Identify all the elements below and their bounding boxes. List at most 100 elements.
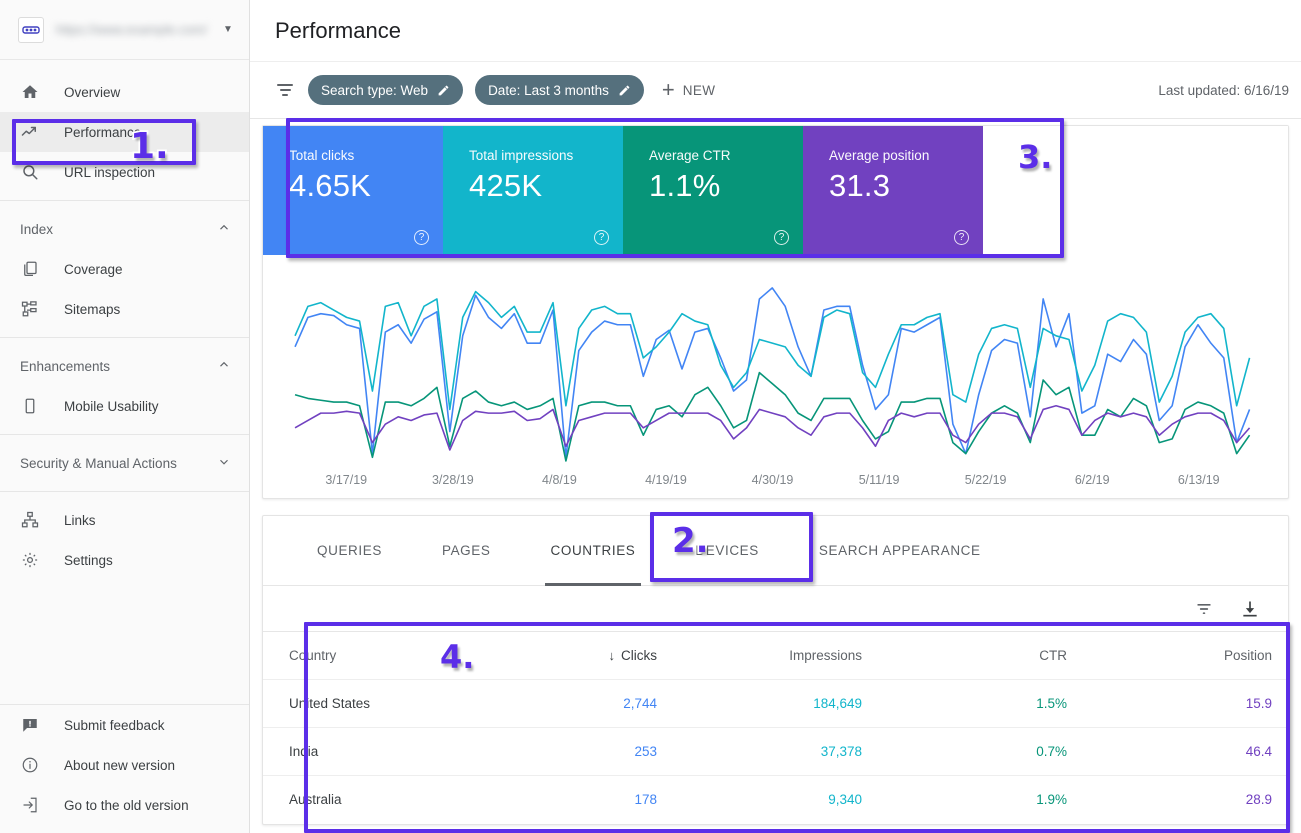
home-icon [20,82,40,102]
question-icon[interactable]: ? [414,230,429,245]
tab-countries[interactable]: COUNTRIES [521,516,666,586]
chip-label: Date: Last 3 months [488,83,609,98]
chevron-up-icon[interactable] [217,358,231,375]
property-selector[interactable]: https://www.example.com/ ▼ [0,0,249,60]
chart-x-axis: 3/17/193/28/194/8/194/19/194/30/195/11/1… [263,473,1288,487]
cell-country: United States [263,680,468,728]
tab-label: COUNTRIES [551,543,636,558]
sidebar-item-mobile-usability[interactable]: Mobile Usability [0,386,249,426]
metric-card-average-ctr[interactable]: Average CTR 1.1% ? [623,126,803,255]
column-header-clicks-label: Clicks [621,648,657,663]
metric-label: Average CTR [649,148,803,163]
cell-country: Australia [263,776,468,824]
gear-icon [20,550,40,570]
metric-card-total-clicks[interactable]: Total clicks 4.65K ? [263,126,443,255]
filter-icon[interactable] [274,79,296,101]
new-filter-label: NEW [683,83,716,98]
sidebar-section-index[interactable]: Index [0,209,249,249]
property-url-label: https://www.example.com/ [56,22,207,37]
sidebar-item-sitemaps[interactable]: Sitemaps [0,289,249,329]
chevron-down-icon[interactable]: ▼ [219,25,237,35]
sidebar-item-label: Overview [64,85,120,100]
sidebar-item-submit-feedback[interactable]: Submit feedback [0,705,249,745]
sidebar-section-label: Index [20,222,217,237]
sidebar-footer: Submit feedback About new version Go to … [0,704,249,833]
sidebar-item-label: Submit feedback [64,718,165,733]
metric-value: 425K [469,165,623,207]
sidebar-item-label: Settings [64,553,113,568]
table-row[interactable]: Australia1789,3401.9%28.9 [263,776,1288,824]
sidebar-item-links[interactable]: Links [0,500,249,540]
tab-label: PAGES [442,543,491,558]
x-tick-label: 3/17/19 [293,473,400,487]
filter-bar: Search type: Web Date: Last 3 months + N… [250,62,1301,119]
column-header-ctr[interactable]: CTR [878,632,1083,680]
pencil-icon[interactable] [618,84,631,97]
last-updated-label: Last updated: 6/16/19 [1158,83,1291,98]
sidebar: https://www.example.com/ ▼ Overview Perf… [0,0,250,833]
sidebar-section-security[interactable]: Security & Manual Actions [0,443,249,483]
download-icon[interactable] [1240,599,1260,619]
sidebar-item-coverage[interactable]: Coverage [0,249,249,289]
question-icon[interactable]: ? [954,230,969,245]
chevron-down-icon[interactable] [217,455,231,472]
sidebar-item-about-new-version[interactable]: About new version [0,745,249,785]
cell-ctr: 1.9% [878,776,1083,824]
column-header-impressions[interactable]: Impressions [673,632,878,680]
table-header-row: Country ↓ Clicks Impressions CTR Position [263,632,1288,680]
exit-icon [20,795,40,815]
x-tick-label: 4/19/19 [613,473,720,487]
info-icon [20,755,40,775]
sidebar-item-settings[interactable]: Settings [0,540,249,580]
performance-line-chart[interactable]: 3/17/193/28/194/8/194/19/194/30/195/11/1… [263,255,1288,498]
pencil-icon[interactable] [437,84,450,97]
metric-card-total-impressions[interactable]: Total impressions 425K ? [443,126,623,255]
column-header-country[interactable]: Country [263,632,468,680]
feedback-icon [20,715,40,735]
filter-icon[interactable] [1194,599,1214,619]
tab-queries[interactable]: QUERIES [287,516,412,586]
cell-position: 28.9 [1083,776,1288,824]
page-title: Performance [250,0,1301,62]
performance-chart-card: Total clicks 4.65K ? Total impressions 4… [262,125,1289,499]
new-filter-button[interactable]: + NEW [662,79,716,101]
metric-card-average-position[interactable]: Average position 31.3 ? [803,126,983,255]
logo-glyph-icon [22,25,40,35]
metric-value: 4.65K [289,165,443,207]
sidebar-item-url-inspection[interactable]: URL inspection [0,152,249,192]
tab-pages[interactable]: PAGES [412,516,521,586]
chip-date-range[interactable]: Date: Last 3 months [475,75,644,105]
question-icon[interactable]: ? [594,230,609,245]
question-icon[interactable]: ? [774,230,789,245]
sidebar-section-label: Enhancements [20,359,217,374]
tab-label: SEARCH APPEARANCE [819,543,981,558]
links-icon [20,510,40,530]
column-header-clicks[interactable]: ↓ Clicks [468,632,673,680]
tab-devices[interactable]: DEVICES [665,516,788,586]
x-tick-label: 5/11/19 [826,473,933,487]
sidebar-item-label: URL inspection [64,165,155,180]
sitemap-icon [20,299,40,319]
chart-plot [263,277,1288,467]
sidebar-item-performance[interactable]: Performance [0,112,249,152]
sidebar-item-label: About new version [64,758,175,773]
table-row[interactable]: United States2,744184,6491.5%15.9 [263,680,1288,728]
sidebar-item-label: Coverage [64,262,123,277]
x-tick-label: 4/8/19 [506,473,613,487]
trending-up-icon [20,122,40,142]
chip-search-type[interactable]: Search type: Web [308,75,463,105]
chevron-up-icon[interactable] [217,221,231,238]
metrics-spacer [983,126,1288,255]
cell-ctr: 1.5% [878,680,1083,728]
sidebar-item-label: Links [64,513,96,528]
chip-label: Search type: Web [321,83,428,98]
sidebar-item-overview[interactable]: Overview [0,72,249,112]
sidebar-section-enhancements[interactable]: Enhancements [0,346,249,386]
metric-label: Total impressions [469,148,623,163]
column-header-position[interactable]: Position [1083,632,1288,680]
sidebar-item-go-to-old-version[interactable]: Go to the old version [0,785,249,825]
cell-clicks: 178 [468,776,673,824]
arrow-down-icon: ↓ [609,648,616,663]
tab-search-appearance[interactable]: SEARCH APPEARANCE [789,516,1011,586]
table-row[interactable]: India25337,3780.7%46.4 [263,728,1288,776]
